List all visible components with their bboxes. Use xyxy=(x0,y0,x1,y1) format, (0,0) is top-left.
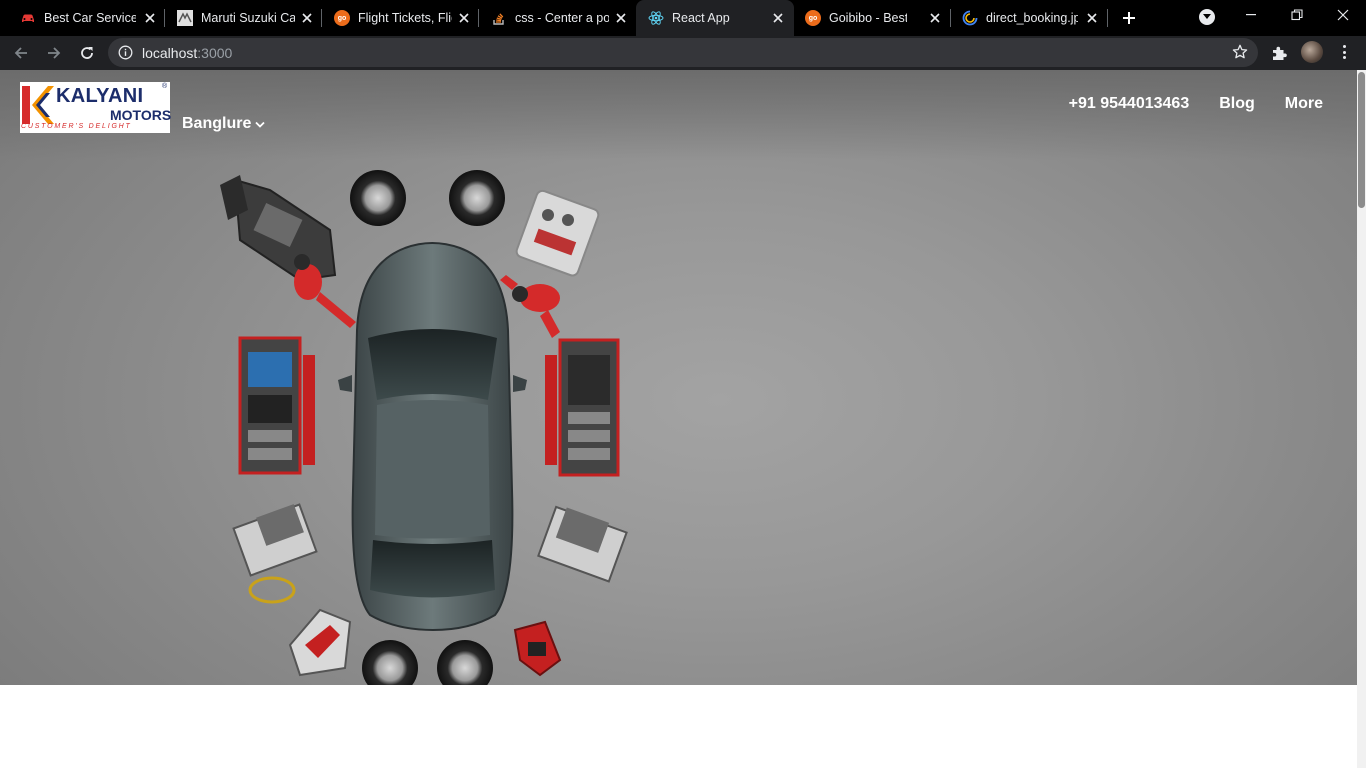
close-tab-icon[interactable] xyxy=(457,11,471,25)
browser-tab[interactable]: Best Car Service | xyxy=(0,0,165,36)
back-icon[interactable] xyxy=(9,41,33,65)
close-tab-icon[interactable] xyxy=(1085,11,1099,25)
brand-logo[interactable]: KALYANI MOTORS CUSTOMER'S DELIGHT ® xyxy=(20,82,172,133)
tab-title: css - Center a pos xyxy=(515,11,609,25)
extensions-puzzle-icon[interactable] xyxy=(1270,44,1288,62)
scrollbar-thumb[interactable] xyxy=(1358,72,1365,208)
blog-link[interactable]: Blog xyxy=(1219,95,1255,113)
goibibo-icon: go xyxy=(334,10,350,26)
tab-title: React App xyxy=(672,11,730,25)
forward-icon[interactable] xyxy=(42,41,66,65)
registered-mark: ® xyxy=(162,83,168,90)
kalyani-logo-mark-icon xyxy=(22,86,54,124)
logo-name: KALYANI xyxy=(56,85,144,107)
react-icon xyxy=(648,10,664,26)
hero-banner: KALYANI MOTORS CUSTOMER'S DELIGHT ® Bang… xyxy=(0,70,1357,685)
browser-tab-strip: Best Car Service | Maruti Suzuki Car go … xyxy=(0,0,1366,36)
tab-title: Flight Tickets, Flig xyxy=(358,11,452,25)
minimize-icon[interactable] xyxy=(1228,0,1274,30)
site-info-icon[interactable] xyxy=(118,45,133,60)
profile-avatar[interactable] xyxy=(1301,41,1323,63)
city-label: Banglure xyxy=(182,115,252,132)
tab-search-icon[interactable] xyxy=(1199,9,1215,25)
close-tab-icon[interactable] xyxy=(143,11,157,25)
ac-service-machine xyxy=(515,189,600,277)
url-text: localhost:3000 xyxy=(142,45,233,61)
reload-icon[interactable] xyxy=(75,41,99,65)
logo-tagline: CUSTOMER'S DELIGHT xyxy=(21,123,132,130)
browser-tab[interactable]: Maruti Suzuki Car xyxy=(165,0,322,36)
browser-tab-active[interactable]: React App xyxy=(636,0,794,36)
stackoverflow-icon xyxy=(491,10,507,26)
more-link[interactable]: More xyxy=(1285,95,1323,113)
browser-menu-icon[interactable] xyxy=(1336,43,1352,61)
close-tab-icon[interactable] xyxy=(614,11,628,25)
tab-title: Maruti Suzuki Car xyxy=(201,11,295,25)
close-tab-icon[interactable] xyxy=(771,11,785,25)
page-viewport: KALYANI MOTORS CUSTOMER'S DELIGHT ® Bang… xyxy=(0,70,1366,768)
car-top-view xyxy=(338,242,527,632)
phone-link[interactable]: +91 9544013463 xyxy=(1069,95,1190,113)
city-dropdown[interactable]: Banglure xyxy=(182,115,265,133)
close-tab-icon[interactable] xyxy=(300,11,314,25)
tool-cabinet xyxy=(238,336,315,475)
browser-tab[interactable]: css - Center a pos xyxy=(479,0,636,36)
tool-cabinet xyxy=(545,338,620,477)
tab-title: direct_booking.jp xyxy=(986,11,1078,25)
bookmark-star-icon[interactable] xyxy=(1232,44,1248,60)
close-tab-icon[interactable] xyxy=(928,11,942,25)
image-loading-icon xyxy=(962,10,978,26)
top-navigation: +91 9544013463 Blog More xyxy=(1039,95,1323,113)
address-bar[interactable]: localhost:3000 xyxy=(108,38,1258,67)
browser-tab[interactable]: go Flight Tickets, Flig xyxy=(322,0,479,36)
browser-tab[interactable]: direct_booking.jp xyxy=(951,0,1108,36)
tab-title: Best Car Service | xyxy=(44,11,136,25)
chevron-down-icon xyxy=(255,121,265,128)
diagnostic-machine xyxy=(220,175,337,282)
car-service-illustration xyxy=(220,170,628,685)
browser-toolbar: localhost:3000 xyxy=(0,36,1366,70)
logo-subtitle: MOTORS xyxy=(110,107,172,123)
restore-icon[interactable] xyxy=(1274,0,1320,30)
tab-title: Goibibo - Best Tra xyxy=(829,11,907,25)
browser-tab[interactable]: go Goibibo - Best Tra xyxy=(794,0,951,36)
page-scrollbar[interactable] xyxy=(1357,70,1366,768)
goibibo-icon: go xyxy=(805,10,821,26)
new-tab-icon[interactable] xyxy=(1119,8,1139,28)
car-icon xyxy=(20,10,36,26)
maruti-suzuki-icon xyxy=(177,10,193,26)
window-close-icon[interactable] xyxy=(1320,0,1366,30)
